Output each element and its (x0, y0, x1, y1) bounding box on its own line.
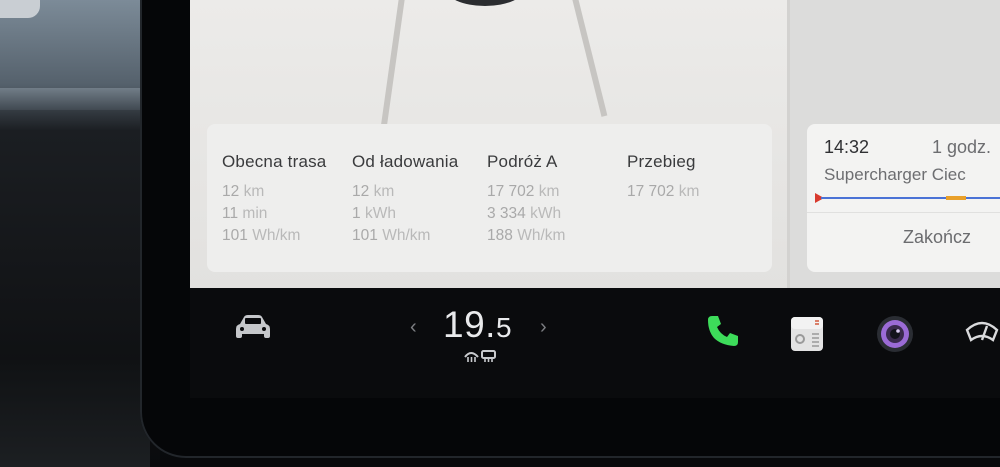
trip-column-odometer: Przebieg 17 702 km (627, 152, 699, 201)
car-model (445, 0, 525, 6)
air-vent (0, 0, 40, 18)
lane-line-right (570, 0, 608, 117)
lane-line-left (380, 0, 406, 130)
bottom-bar: ‹ 19.5 › (190, 288, 1000, 398)
scene: Obecna trasa 12 km 11 min 101 Wh/km Od ł… (0, 0, 1000, 467)
trip-column-since-charge: Od ładowania 12 km 1 kWh 101 Wh/km (352, 152, 458, 245)
dashboard-lower (0, 360, 150, 467)
stat-row: 12 km (352, 183, 395, 200)
toybox-icon[interactable] (788, 314, 826, 354)
cabin-temperature[interactable]: 19.5 (443, 304, 512, 346)
stat-row: 17 702 km (627, 183, 700, 200)
column-header: Podróż A (487, 152, 558, 171)
column-header: Od ładowania (352, 152, 459, 171)
trip-duration: 1 godz. (932, 137, 992, 157)
defrost-icon[interactable] (463, 348, 497, 364)
column-header: Przebieg (627, 152, 696, 171)
wiper-icon[interactable] (965, 318, 999, 346)
car-interior-left (0, 0, 160, 467)
dashboard-trim (0, 88, 150, 110)
touchscreen: Obecna trasa 12 km 11 min 101 Wh/km Od ł… (190, 0, 1000, 288)
trip-card[interactable]: Obecna trasa 12 km 11 min 101 Wh/km Od ł… (207, 124, 772, 272)
column-header: Obecna trasa (222, 152, 327, 171)
stat-row: 101 Wh/km (352, 227, 431, 244)
arrival-time: 14:32 (824, 137, 870, 157)
destination-name: Supercharger Ciec (824, 165, 966, 184)
temp-decrease-chevron-icon[interactable]: ‹ (410, 316, 417, 339)
trip-column-trip-a: Podróż A 17 702 km 3 334 kWh 188 Wh/km (487, 152, 565, 245)
stat-row: 188 Wh/km (487, 227, 566, 244)
stat-row: 12 km (222, 183, 265, 200)
stat-row: 1 kWh (352, 205, 396, 222)
end-navigation-button[interactable]: Zakończ (903, 227, 971, 248)
navigation-card[interactable]: 14:32 1 godz. Supercharger Ciec Zakończ (807, 124, 1000, 272)
card-divider (807, 212, 1000, 213)
stat-row: 17 702 km (487, 183, 560, 200)
temp-increase-chevron-icon[interactable]: › (540, 316, 547, 339)
route-progress-line (821, 196, 1000, 200)
stat-row: 101 Wh/km (222, 227, 301, 244)
car-icon[interactable] (234, 314, 272, 340)
stat-row: 3 334 kWh (487, 205, 562, 222)
camera-icon[interactable] (875, 314, 915, 354)
traffic-segment (946, 196, 966, 200)
trip-column-current: Obecna trasa 12 km 11 min 101 Wh/km (222, 152, 326, 245)
phone-icon[interactable] (704, 312, 742, 350)
stat-row: 11 min (222, 205, 268, 222)
